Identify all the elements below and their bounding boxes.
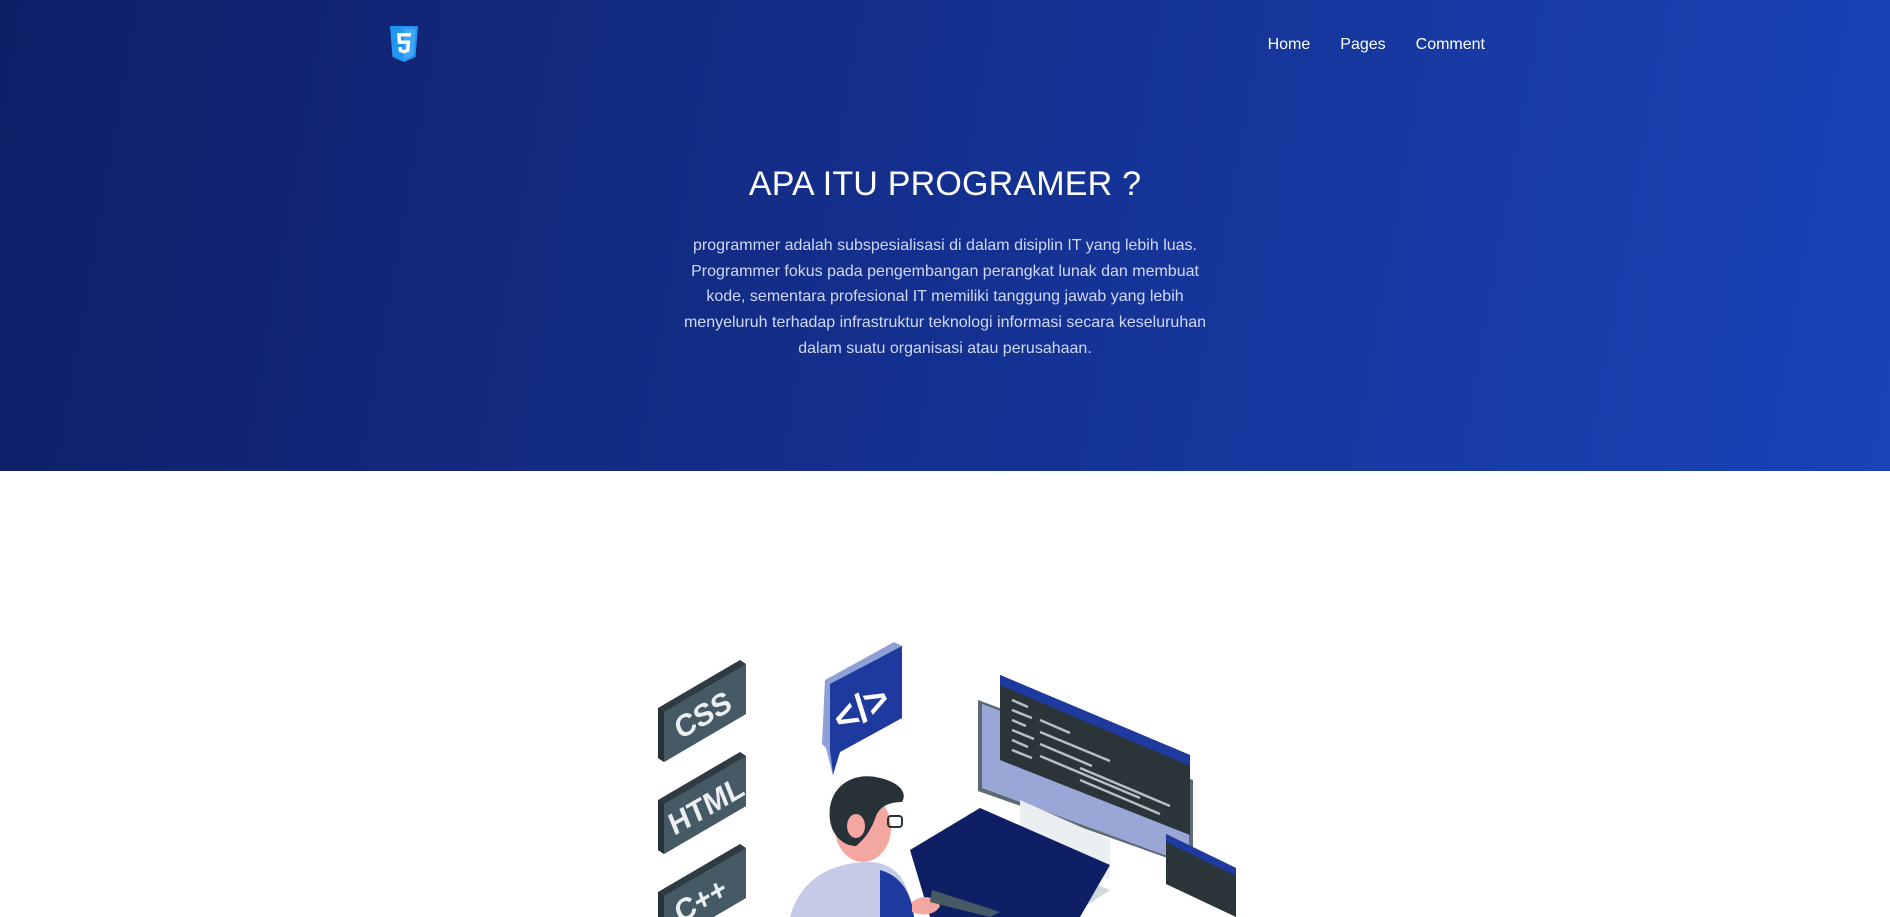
code-bubble: </> [822, 642, 902, 776]
programmer-illustration: CSS HTML C++ </> [640, 640, 1260, 917]
hero-section: Home Pages Comment APA ITU PROGRAMER ? p… [0, 0, 1890, 471]
html-badge: HTML [658, 752, 749, 854]
css-badge: CSS [658, 660, 746, 762]
page-title: APA ITU PROGRAMER ? [748, 165, 1142, 203]
nav-link-comment[interactable]: Comment [1416, 35, 1485, 55]
html5-shield-icon[interactable] [388, 25, 420, 63]
cpp-badge: C++ [658, 844, 746, 917]
nav-link-home[interactable]: Home [1268, 35, 1311, 55]
hero-description: programmer adalah subspesialisasi di dal… [683, 237, 1207, 357]
nav-menu: Home Pages Comment [1268, 35, 1485, 55]
nav-link-pages[interactable]: Pages [1340, 35, 1385, 55]
navbar: Home Pages Comment [0, 0, 1890, 90]
